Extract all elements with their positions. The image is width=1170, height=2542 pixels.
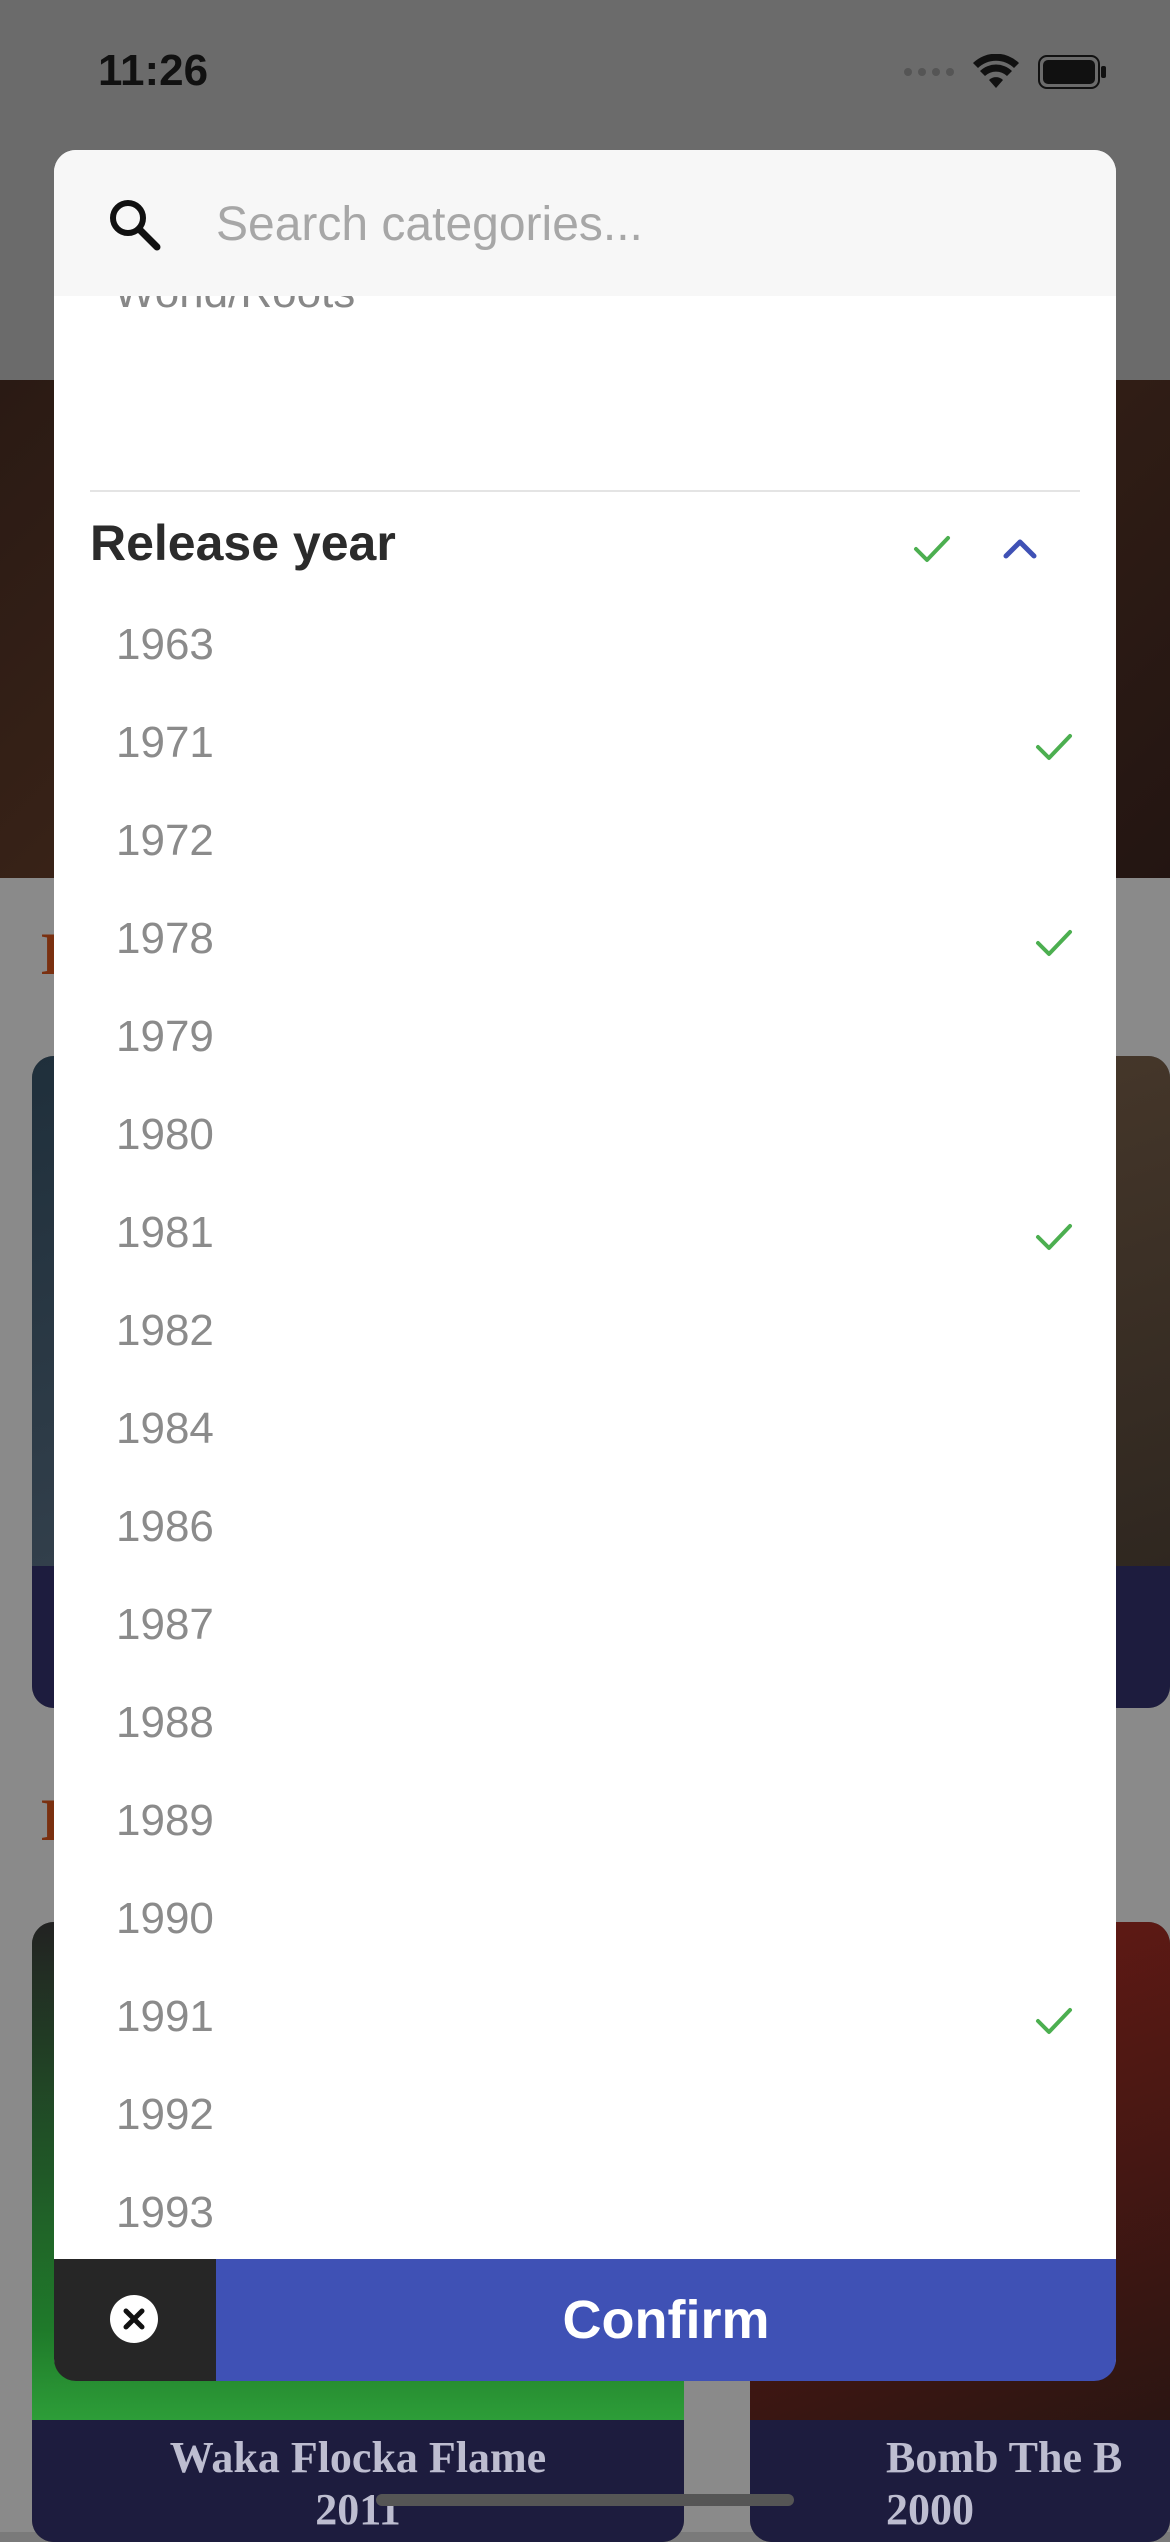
year-option-label: 1979 [116,1012,214,1061]
year-option-1963[interactable]: 1963 [54,596,1116,694]
year-option-1978[interactable]: 1978 [54,890,1116,988]
category-list[interactable]: World/Roots Release year 1963 1971 1972 197… [54,296,1116,2380]
year-option-label: 1963 [116,620,214,669]
check-icon [1036,734,1072,760]
wifi-icon [973,54,1019,88]
year-option-label: 1981 [116,1208,214,1257]
check-icon [1036,1224,1072,1250]
year-option-label: 1993 [116,2188,214,2237]
year-option-label: 1978 [116,914,214,963]
year-option-label: 1984 [116,1404,214,1453]
year-option-label: 1971 [116,718,214,767]
status-time: 11:26 [98,46,209,95]
year-option-1988[interactable]: 1988 [54,1674,1116,1772]
year-option-1971[interactable]: 1971 [54,694,1116,792]
year-option-1972[interactable]: 1972 [54,792,1116,890]
status-icons [904,54,1108,90]
close-button[interactable] [54,2259,216,2381]
card-year: 2011 [315,2485,401,2534]
check-icon [1036,2008,1072,2034]
battery-icon [1038,55,1106,89]
group-title: Release year [90,515,396,571]
year-option-label: 1980 [116,1110,214,1159]
year-option-label: 1989 [116,1796,214,1845]
year-option-1993[interactable]: 1993 [54,2164,1116,2262]
year-option-label: 1986 [116,1502,214,1551]
close-icon [110,2295,158,2343]
year-option-label: 1987 [116,1600,214,1649]
select-all-check-icon[interactable] [910,526,954,570]
year-option-1987[interactable]: 1987 [54,1576,1116,1674]
year-option-1990[interactable]: 1990 [54,1870,1116,1968]
year-option-1991[interactable]: 1991 [54,1968,1116,2066]
year-option-1992[interactable]: 1992 [54,2066,1116,2164]
year-option-1986[interactable]: 1986 [54,1478,1116,1576]
home-indicator [376,2494,794,2506]
year-option-label: 1982 [116,1306,214,1355]
group-header-release-year[interactable]: Release year [90,502,1080,592]
year-option-label: 1991 [116,1992,214,2041]
year-option-1989[interactable]: 1989 [54,1772,1116,1870]
year-option-1979[interactable]: 1979 [54,988,1116,1086]
card-title: Waka Flocka Flame [169,2433,547,2482]
year-option-1984[interactable]: 1984 [54,1380,1116,1478]
year-option-label: 1990 [116,1894,214,1943]
year-option-1981[interactable]: 1981 [54,1184,1116,1282]
category-filter-modal: World/Roots Release year 1963 1971 1972 197… [54,150,1116,2380]
year-option-label: 1992 [116,2090,214,2139]
card-title: Bomb The B [886,2433,1123,2482]
cellular-signal-icon [904,68,954,76]
search-bar [54,150,1116,296]
list-item-previous-group[interactable]: World/Roots [114,296,355,318]
modal-footer: Confirm [54,2259,1116,2381]
check-icon [1036,930,1072,956]
year-option-1982[interactable]: 1982 [54,1282,1116,1380]
search-icon [110,200,161,251]
card-year: 2000 [886,2485,974,2534]
search-input[interactable] [214,188,1078,260]
divider [90,490,1080,492]
year-option-label: 1988 [116,1698,214,1747]
year-option-label: 1972 [116,816,214,865]
chevron-up-icon[interactable] [998,526,1042,570]
year-option-1980[interactable]: 1980 [54,1086,1116,1184]
confirm-button[interactable]: Confirm [216,2259,1116,2381]
